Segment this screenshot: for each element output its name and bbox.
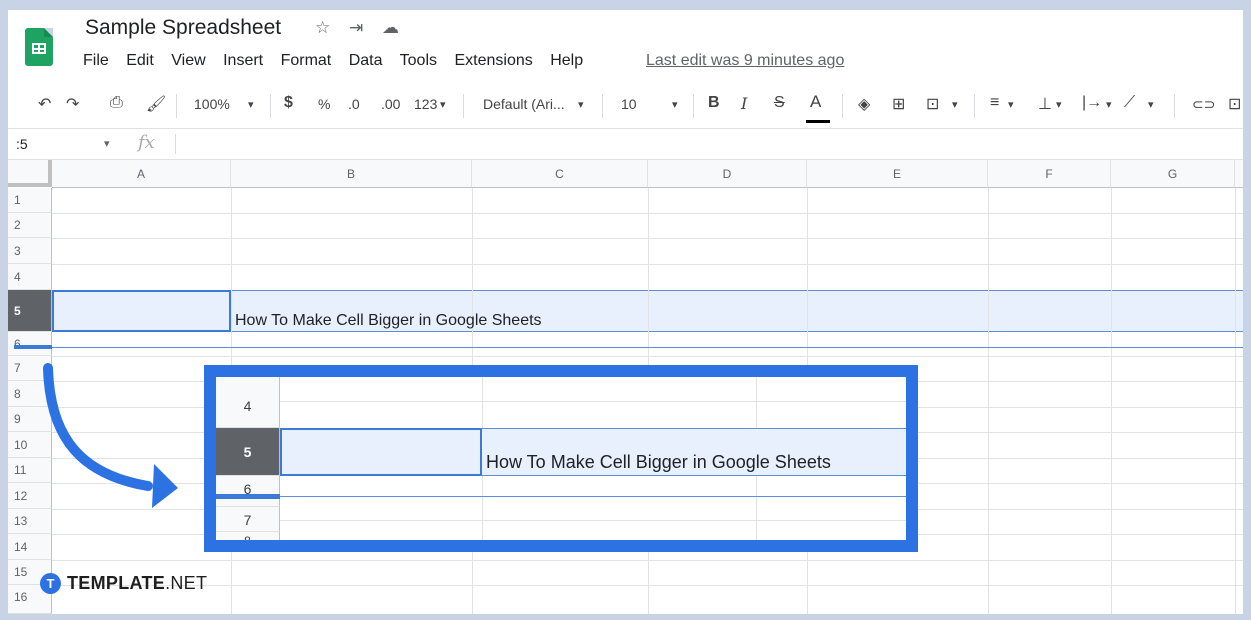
rotation-caret-icon[interactable]: ▾ (1148, 98, 1154, 111)
menu-extensions[interactable]: Extensions (454, 52, 532, 69)
template-logo-icon: T (40, 573, 61, 594)
sheets-logo-icon[interactable] (25, 28, 53, 66)
text-color-button[interactable]: A (810, 92, 821, 112)
cloud-status-icon[interactable]: ☁ (382, 18, 399, 38)
name-box-caret-icon[interactable]: ▾ (104, 137, 110, 150)
menu-help[interactable]: Help (550, 52, 583, 69)
menu-tools[interactable]: Tools (400, 52, 437, 69)
menu-edit[interactable]: Edit (126, 52, 154, 69)
row-header-6[interactable]: 6 (8, 332, 52, 356)
cell-b5-text[interactable]: How To Make Cell Bigger in Google Sheets (235, 312, 542, 330)
font-select[interactable]: Default (Ari... (483, 96, 565, 112)
text-wrap-icon[interactable]: |→ (1082, 94, 1102, 112)
brand-name: TEMPLATE (67, 573, 166, 593)
paint-format-icon[interactable]: 🖌 (146, 94, 166, 114)
wrap-caret-icon[interactable]: ▾ (1106, 98, 1112, 111)
merge-cells-icon[interactable]: ⊡ (926, 94, 939, 114)
currency-button[interactable]: $ (284, 94, 293, 112)
row-header-1[interactable]: 1 (8, 188, 52, 213)
print-icon[interactable]: ⎙ (110, 94, 123, 112)
column-header-b[interactable]: B (231, 160, 472, 188)
strikethrough-button[interactable]: S (774, 94, 785, 112)
formula-bar: :5 ▾ fx (8, 128, 1243, 160)
vertical-align-icon[interactable]: ⊥ (1038, 94, 1052, 114)
font-size-caret-icon[interactable]: ▾ (672, 98, 678, 111)
text-color-swatch (806, 120, 830, 123)
column-header-f[interactable]: F (988, 160, 1111, 188)
text-rotation-icon[interactable]: ⟋ (1124, 94, 1135, 112)
brand-suffix: .NET (165, 573, 208, 593)
increase-decimal-button[interactable]: .00 (381, 96, 400, 112)
inset-row-header-5: 5 (216, 428, 280, 476)
inset-selected-cell (280, 428, 482, 476)
row-resize-guide (52, 347, 1243, 348)
redo-icon[interactable]: ↷ (66, 94, 79, 114)
app-window: Sample Spreadsheet ☆ ⇥ ☁ File Edit View … (8, 10, 1243, 614)
menu-bar: File Edit View Insert Format Data Tools … (83, 52, 596, 70)
column-header-c[interactable]: C (472, 160, 648, 188)
font-size-select[interactable]: 10 (621, 96, 637, 112)
last-edit-link[interactable]: Last edit was 9 minutes ago (646, 52, 844, 70)
row-header-5[interactable]: 5 (8, 290, 52, 332)
inset-resize-handle (216, 494, 280, 499)
column-header-a[interactable]: A (52, 160, 231, 188)
row-header-13[interactable]: 13 (8, 509, 52, 534)
menu-file[interactable]: File (83, 52, 109, 69)
menu-data[interactable]: Data (349, 52, 383, 69)
column-header-g[interactable]: G (1111, 160, 1235, 188)
document-title[interactable]: Sample Spreadsheet (85, 16, 281, 40)
select-all-corner[interactable] (8, 160, 52, 187)
font-caret-icon[interactable]: ▾ (578, 98, 584, 111)
bold-button[interactable]: B (708, 94, 720, 112)
row-header-3[interactable]: 3 (8, 238, 52, 264)
more-formats-button[interactable]: 123 (414, 96, 437, 112)
inset-cell-text: How To Make Cell Bigger in Google Sheets (486, 452, 831, 472)
align-caret-icon[interactable]: ▾ (1008, 98, 1014, 111)
row-header-2[interactable]: 2 (8, 213, 52, 238)
row-resize-handle[interactable] (14, 345, 52, 349)
menu-view[interactable]: View (171, 52, 205, 69)
name-box[interactable]: :5 (16, 136, 28, 152)
insert-comment-icon[interactable]: ⊡ (1228, 94, 1241, 114)
insert-link-icon[interactable]: ⊂⊃ (1192, 96, 1215, 113)
decrease-decimal-button[interactable]: .0 (348, 96, 360, 112)
column-header-d[interactable]: D (648, 160, 807, 188)
selected-cell-a5[interactable] (52, 290, 231, 332)
percent-button[interactable]: % (318, 96, 330, 112)
fill-color-icon[interactable]: ◈ (858, 94, 870, 114)
title-icons: ☆ ⇥ ☁ (315, 18, 413, 38)
move-icon[interactable]: ⇥ (349, 18, 363, 38)
italic-button[interactable]: I (741, 94, 747, 113)
column-header-e[interactable]: E (807, 160, 988, 188)
borders-icon[interactable]: ⊞ (892, 94, 905, 114)
horizontal-align-icon[interactable]: ≡ (990, 94, 999, 112)
undo-icon[interactable]: ↶ (38, 94, 51, 114)
inset-row-header-7: 7 (216, 506, 280, 532)
curved-arrow-icon (43, 363, 178, 508)
zoom-caret-icon[interactable]: ▾ (248, 98, 254, 111)
zoomed-inset: 4 5 6 7 8 How To Make Cell Bigger in Goo… (204, 365, 918, 552)
row-header-14[interactable]: 14 (8, 534, 52, 560)
valign-caret-icon[interactable]: ▾ (1056, 98, 1062, 111)
star-icon[interactable]: ☆ (315, 18, 330, 38)
menu-insert[interactable]: Insert (223, 52, 263, 69)
toolbar: ↶ ↷ ⎙ 🖌 100% ▾ $ % .0 .00 123 ▾ Default … (8, 86, 1243, 126)
menu-format[interactable]: Format (281, 52, 332, 69)
zoom-select[interactable]: 100% (194, 96, 230, 112)
merge-caret-icon[interactable]: ▾ (952, 98, 958, 111)
inset-row-header-8: 8 (216, 532, 280, 540)
inset-row-header-4: 4 (216, 377, 280, 428)
row-header-4[interactable]: 4 (8, 264, 52, 290)
inset-resize-guide (280, 496, 906, 497)
fx-icon: fx (138, 132, 155, 153)
more-formats-caret-icon[interactable]: ▾ (440, 98, 446, 111)
